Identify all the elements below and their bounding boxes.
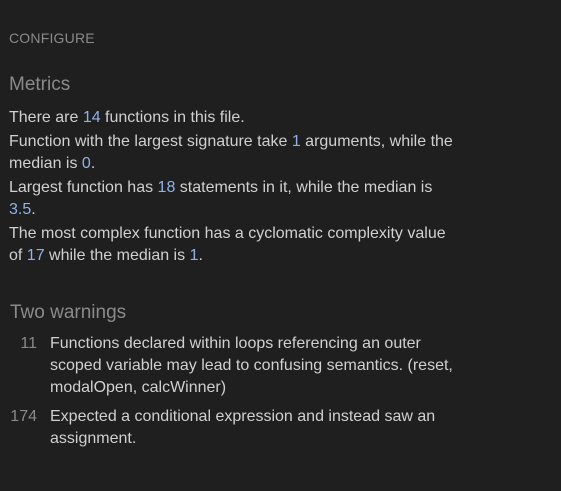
metric-text: . (198, 247, 203, 264)
warning-line-number[interactable]: 174 (9, 406, 37, 450)
metric-text: Function with the largest signature take (9, 133, 292, 150)
metric-statements: Largest function has 18 statements in it… (9, 177, 459, 221)
metric-text: . (90, 155, 96, 172)
warnings-heading: Two warnings (10, 302, 127, 323)
warning-line-number[interactable]: 11 (9, 333, 37, 399)
metrics-section: There are 14 functions in this file. Fun… (9, 107, 459, 269)
signature-max-value: 1 (291, 133, 301, 150)
warning-item[interactable]: 11 Functions declared within loops refer… (9, 333, 459, 399)
metrics-heading: Metrics (9, 74, 71, 95)
metric-complexity: The most complex function has a cyclomat… (9, 223, 459, 267)
metric-signature: Function with the largest signature take… (9, 131, 459, 175)
warning-item[interactable]: 174 Expected a conditional expression an… (9, 406, 459, 450)
metric-text: . (31, 201, 36, 218)
configure-link[interactable]: CONFIGURE (9, 30, 95, 46)
metric-text: functions in this file. (100, 109, 245, 126)
metric-text: statements in it, while the median is (175, 179, 433, 196)
metric-text: while the median is (44, 247, 190, 264)
statements-max-value: 18 (157, 179, 176, 196)
signature-median-value: 0 (81, 155, 91, 172)
metric-function-count: There are 14 functions in this file. (9, 107, 459, 129)
metric-text: There are (9, 109, 83, 126)
metric-text: Largest function has (9, 179, 158, 196)
complexity-max-value: 17 (26, 247, 45, 264)
warnings-list: 11 Functions declared within loops refer… (9, 333, 459, 457)
statements-median-value: 3.5 (9, 201, 32, 218)
warning-message: Expected a conditional expression and in… (50, 408, 436, 447)
function-count-value: 14 (82, 109, 101, 126)
warning-message: Functions declared within loops referenc… (50, 335, 453, 396)
